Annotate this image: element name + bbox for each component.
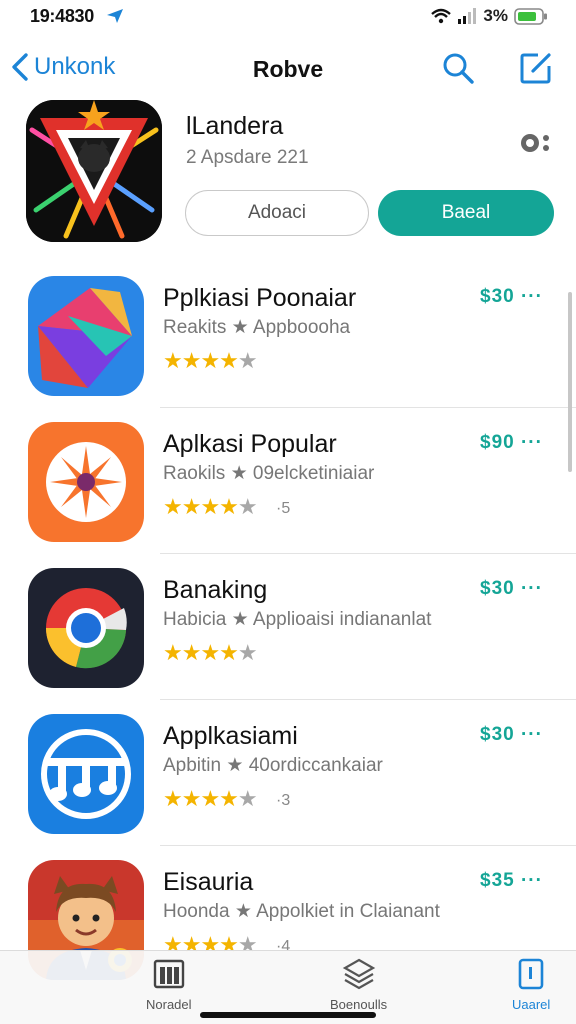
updates-icon <box>518 958 544 990</box>
app-name: Pplkiasi Poonaiar <box>163 284 357 312</box>
chrome-ring-app-icon[interactable] <box>28 568 144 688</box>
wifi-icon <box>431 8 452 24</box>
battery-percent: 3% <box>483 6 508 25</box>
price-label[interactable]: $30 ··· <box>480 724 543 746</box>
featured-app-subtitle: 2 Apsdare 221 <box>186 147 309 168</box>
app-name: Applkasiami <box>163 722 298 750</box>
scroll-indicator[interactable] <box>568 292 572 472</box>
app-subtitle: Apbitin ★ 40ordiccankaiar <box>163 755 383 776</box>
list-item[interactable]: Banaking Habicia ★ Applioaisi indiananla… <box>0 554 576 700</box>
tab-noradel[interactable]: Noradel <box>146 957 192 1012</box>
featured-app: lLandera 2 Apsdare 221 Adoaci Baeal <box>0 100 576 250</box>
tab-label: Boenoulls <box>330 997 388 1012</box>
app-subtitle: Hoonda ★ Appolkiet in Claianant <box>163 901 440 922</box>
rating-count: ·3 <box>276 792 291 809</box>
tab-label: Uaarel <box>512 997 551 1012</box>
compose-icon[interactable] <box>518 50 554 86</box>
list-item[interactable]: Aplkasi Popular Raokils ★ 09elcketiniaia… <box>0 408 576 554</box>
star-rating: ★★★★★ <box>163 494 258 519</box>
navigation-bar: Unkonk Robve <box>0 44 576 94</box>
tab-uaarel[interactable]: Uaarel <box>512 957 550 1012</box>
search-icon[interactable] <box>440 50 476 86</box>
page-title: Robve <box>252 56 324 82</box>
rating-count: ·5 <box>276 500 291 517</box>
home-indicator[interactable] <box>200 1012 376 1018</box>
app-subtitle: Raokils ★ 09elcketiniaiar <box>163 463 375 484</box>
app-name: Aplkasi Popular <box>163 430 337 458</box>
star-rating: ★★★★★ <box>163 348 258 373</box>
app-list: Pplkiasi Poonaiar Reakits ★ Appboooha ★★… <box>0 262 576 992</box>
app-subtitle: Reakits ★ Appboooha <box>163 317 351 338</box>
star-rating: ★★★★★ <box>163 640 258 665</box>
list-item[interactable]: Pplkiasi Poonaiar Reakits ★ Appboooha ★★… <box>0 262 576 408</box>
secondary-action-button[interactable]: Adoaci <box>185 190 369 236</box>
status-time: 19:4830 <box>30 6 94 26</box>
star-rating: ★★★★★ <box>163 786 258 811</box>
more-options-icon[interactable] <box>518 130 554 156</box>
app-subtitle: Habicia ★ Applioaisi indiananlat <box>163 609 432 630</box>
primary-action-button[interactable]: Baeal <box>378 190 554 236</box>
price-label[interactable]: $30 ··· <box>480 286 543 308</box>
sunburst-app-icon[interactable] <box>28 422 144 542</box>
geometric-prism-app-icon[interactable] <box>28 276 144 396</box>
price-label[interactable]: $35 ··· <box>480 870 543 892</box>
tab-boenoulls[interactable]: Boenoulls <box>330 957 387 1012</box>
featured-app-name: lLandera <box>186 112 284 140</box>
cellular-signal-icon <box>458 8 477 24</box>
list-item[interactable]: Applkasiami Apbitin ★ 40ordiccankaiar ★★… <box>0 700 576 846</box>
tab-label: Noradel <box>146 997 192 1012</box>
app-name: Banaking <box>163 576 268 604</box>
price-label[interactable]: $90 ··· <box>480 432 543 454</box>
music-notes-app-icon[interactable] <box>28 714 144 834</box>
wolf-shield-app-icon[interactable] <box>26 100 162 242</box>
location-arrow-icon <box>107 9 123 23</box>
price-label[interactable]: $30 ··· <box>480 578 543 600</box>
status-bar: 19:4830 3% <box>0 0 576 34</box>
app-name: Eisauria <box>163 868 254 896</box>
battery-icon <box>514 7 547 25</box>
layers-icon <box>342 958 375 990</box>
library-icon <box>153 959 184 989</box>
